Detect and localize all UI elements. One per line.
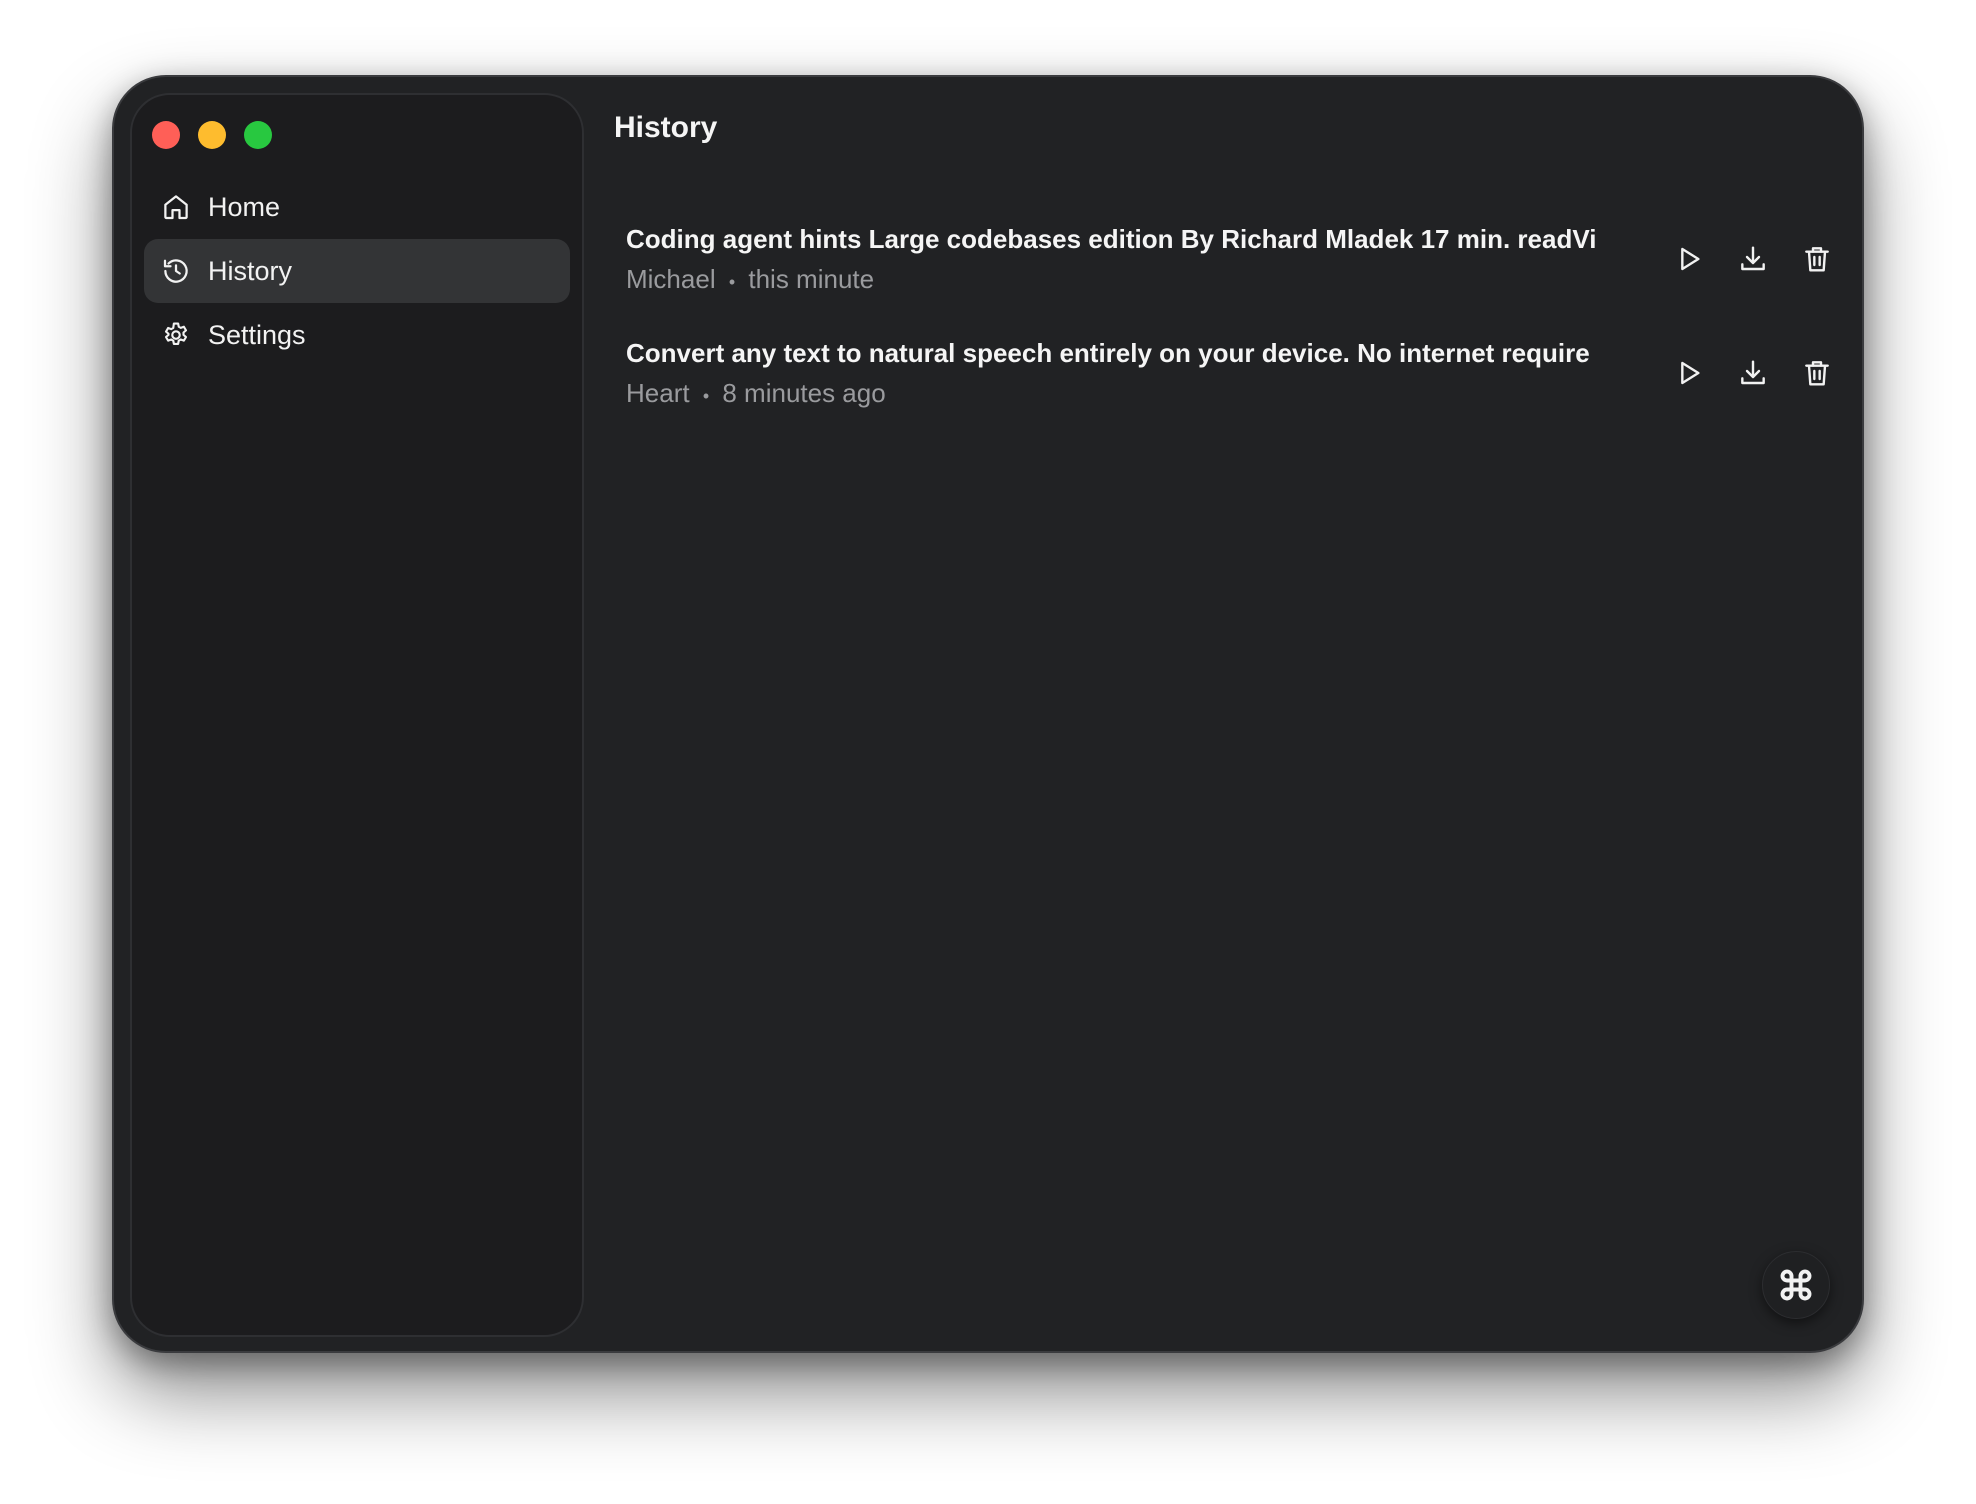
sidebar-item-settings[interactable]: Settings — [144, 303, 570, 367]
list-item-meta: Michael • this minute — [626, 262, 1608, 299]
sidebar-nav: Home History Settings — [144, 175, 570, 367]
play-button[interactable] — [1672, 242, 1706, 276]
list-item-title: Coding agent hints Large codebases editi… — [626, 224, 1597, 254]
list-item[interactable]: Coding agent hints Large codebases editi… — [626, 212, 1834, 326]
sidebar-item-home[interactable]: Home — [144, 175, 570, 239]
timestamp: 8 minutes ago — [722, 378, 886, 408]
list-item-title: Convert any text to natural speech entir… — [626, 338, 1590, 368]
command-button[interactable] — [1762, 1251, 1830, 1319]
delete-button[interactable] — [1800, 356, 1834, 390]
voice-name: Michael — [626, 264, 716, 294]
trash-icon — [1805, 247, 1829, 272]
main-content: History Coding agent hints Large codebas… — [584, 77, 1862, 1351]
gear-icon — [160, 319, 192, 351]
timestamp: this minute — [748, 264, 875, 294]
meta-separator: • — [728, 272, 736, 292]
sidebar-item-label: History — [208, 255, 293, 286]
history-list: Coding agent hints Large codebases editi… — [626, 212, 1834, 440]
history-icon — [160, 255, 192, 287]
window-controls — [152, 121, 272, 149]
download-icon — [1741, 360, 1765, 385]
voice-name: Heart — [626, 378, 690, 408]
home-icon — [160, 191, 192, 223]
trash-icon — [1805, 361, 1829, 386]
minimize-window-button[interactable] — [198, 121, 226, 149]
meta-separator: • — [702, 386, 710, 406]
sidebar-item-history[interactable]: History — [144, 239, 570, 303]
row-actions — [1672, 242, 1834, 276]
play-icon — [1681, 361, 1700, 385]
list-item-text: Convert any text to natural speech entir… — [626, 336, 1608, 413]
download-icon — [1741, 246, 1765, 271]
list-item-meta: Heart • 8 minutes ago — [626, 376, 1608, 413]
sidebar-item-label: Home — [208, 191, 281, 222]
delete-button[interactable] — [1800, 242, 1834, 276]
download-button[interactable] — [1736, 242, 1770, 276]
download-button[interactable] — [1736, 356, 1770, 390]
list-item[interactable]: Convert any text to natural speech entir… — [626, 326, 1834, 440]
sidebar-item-label: Settings — [208, 319, 306, 350]
play-button[interactable] — [1672, 356, 1706, 390]
app-window: Home History Settings History Coding age… — [112, 75, 1864, 1353]
command-icon — [1780, 1269, 1812, 1301]
list-item-text: Coding agent hints Large codebases editi… — [626, 222, 1608, 299]
zoom-window-button[interactable] — [244, 121, 272, 149]
close-window-button[interactable] — [152, 121, 180, 149]
play-icon — [1681, 247, 1700, 271]
page-title: History — [614, 111, 718, 144]
row-actions — [1672, 356, 1834, 390]
sidebar: Home History Settings — [130, 93, 584, 1337]
